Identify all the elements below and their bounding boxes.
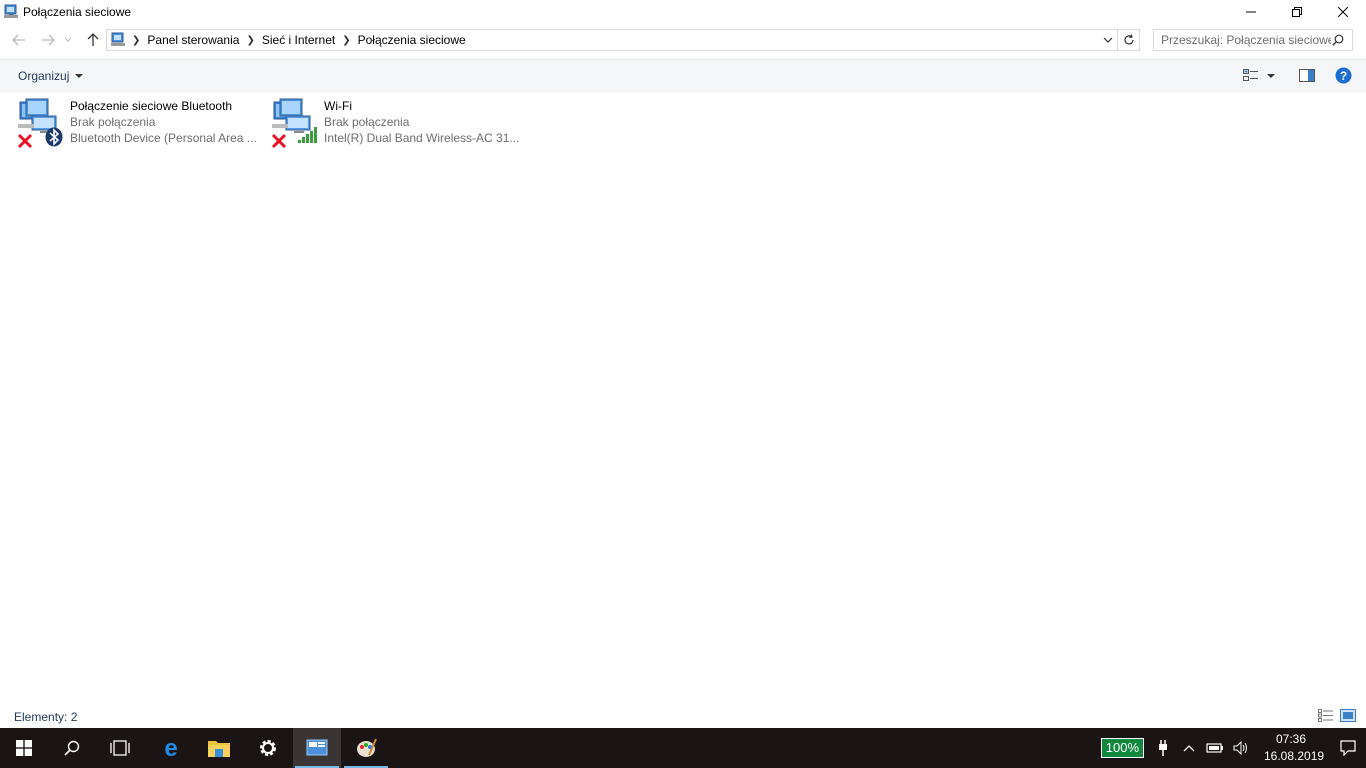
breadcrumb-separator-icon[interactable]: ❯ — [132, 35, 140, 46]
edge-icon: e — [164, 737, 177, 759]
organize-button[interactable]: Organizuj — [18, 69, 84, 83]
chevron-down-icon — [1103, 37, 1113, 43]
breadcrumb-siec-i-internet[interactable]: Sieć i Internet — [255, 33, 342, 47]
connection-status: Brak połączenia — [324, 115, 410, 129]
network-adapter-icon — [270, 98, 320, 150]
command-bar: Organizuj ? — [0, 59, 1366, 92]
svg-text:e: e — [164, 737, 177, 759]
connection-device: Bluetooth Device (Personal Area ... — [70, 131, 257, 145]
file-explorer-button[interactable] — [195, 728, 243, 768]
status-bar: Elementy: 2 — [0, 706, 1366, 728]
close-icon — [1338, 7, 1348, 17]
search-taskbar-button[interactable] — [48, 728, 96, 768]
gear-icon — [260, 740, 276, 756]
address-history-dropdown[interactable] — [1101, 32, 1115, 48]
preview-pane-button[interactable] — [1299, 69, 1315, 82]
breadcrumb-panel-sterowania[interactable]: Panel sterowania — [140, 33, 246, 47]
task-view-button[interactable] — [96, 728, 144, 768]
close-button[interactable] — [1320, 0, 1366, 24]
control-panel-icon — [306, 739, 328, 756]
disconnected-x-icon — [17, 133, 33, 149]
start-button[interactable] — [0, 728, 48, 768]
restore-icon — [1292, 7, 1302, 17]
arrow-up-icon — [87, 33, 99, 46]
breadcrumb-separator-icon[interactable]: ❯ — [246, 35, 254, 46]
paint-palette-icon — [357, 738, 377, 757]
caret-down-icon — [75, 74, 84, 78]
caret-down-icon — [1267, 73, 1275, 78]
action-center-button[interactable] — [1330, 740, 1366, 756]
details-view-icon — [1318, 709, 1333, 722]
help-button[interactable]: ? — [1335, 67, 1352, 84]
title-bar: Połączenia sieciowe — [0, 0, 1366, 24]
up-button[interactable] — [82, 30, 104, 50]
recent-locations-button[interactable] — [61, 30, 75, 50]
battery-icon[interactable] — [1204, 742, 1226, 754]
signal-bars-icon — [298, 127, 317, 143]
clock-time: 07:36 — [1275, 732, 1307, 746]
details-view-button[interactable] — [1318, 709, 1334, 725]
chevron-down-icon — [64, 37, 72, 42]
window-title: Połączenia sieciowe — [23, 5, 132, 19]
edge-button[interactable]: e — [147, 728, 195, 768]
preview-pane-icon — [1299, 69, 1315, 82]
volume-icon[interactable] — [1230, 741, 1252, 755]
breadcrumb-polaczenia-sieciowe[interactable]: Połączenia sieciowe — [351, 33, 473, 47]
search-icon — [64, 740, 80, 756]
address-bar[interactable]: ❯ Panel sterowania ❯ Sieć i Internet ❯ P… — [106, 29, 1118, 51]
network-adapter-icon — [16, 98, 66, 150]
view-options-icon — [1243, 68, 1258, 81]
task-view-icon — [110, 740, 130, 756]
restore-button[interactable] — [1274, 0, 1320, 24]
address-row: ❯ Panel sterowania ❯ Sieć i Internet ❯ P… — [0, 24, 1366, 59]
breadcrumb-separator-icon[interactable]: ❯ — [342, 35, 350, 46]
folder-icon — [208, 741, 230, 757]
search-icon[interactable] — [1332, 34, 1344, 49]
clock[interactable]: 07:36 16.08.2019 — [1264, 731, 1325, 765]
arrow-right-icon — [42, 34, 55, 46]
connection-item-bluetooth[interactable]: Połączenie sieciowe Bluetooth Brak połąc… — [16, 98, 257, 150]
settings-button[interactable] — [244, 728, 292, 768]
control-panel-taskbar-button[interactable] — [293, 728, 341, 768]
organize-label: Organizuj — [18, 69, 70, 83]
change-view-button[interactable] — [1243, 68, 1275, 83]
arrow-left-icon — [12, 34, 25, 46]
network-connections-icon[interactable] — [3, 4, 19, 20]
search-input[interactable] — [1161, 31, 1331, 49]
help-icon: ? — [1335, 67, 1352, 84]
large-icons-view-icon — [1340, 709, 1356, 722]
search-box[interactable] — [1153, 29, 1353, 51]
bluetooth-icon — [45, 127, 63, 147]
large-icons-view-button[interactable] — [1340, 709, 1356, 725]
connection-name: Wi-Fi — [324, 99, 352, 113]
show-hidden-icons-chevron-up-icon[interactable] — [1178, 744, 1200, 752]
item-count: Elementy: 2 — [14, 710, 78, 724]
notification-icon — [1340, 740, 1356, 756]
connection-name: Połączenie sieciowe Bluetooth — [70, 99, 233, 113]
connection-device: Intel(R) Dual Band Wireless-AC 31... — [324, 131, 520, 145]
refresh-icon — [1123, 34, 1134, 45]
forward-button[interactable] — [37, 30, 59, 50]
clock-date: 16.08.2019 — [1264, 749, 1325, 763]
minimize-button[interactable] — [1228, 0, 1274, 24]
paint-button[interactable] — [342, 728, 390, 768]
system-tray: 100% 07:36 16.08.2019 — [1100, 728, 1366, 768]
disconnected-x-icon — [271, 133, 287, 149]
refresh-button[interactable] — [1118, 29, 1140, 51]
power-plug-icon[interactable] — [1152, 740, 1174, 756]
minimize-icon — [1246, 11, 1256, 13]
connection-status: Brak połączenia — [70, 115, 156, 129]
svg-text:?: ? — [1340, 69, 1347, 83]
control-panel-icon — [110, 32, 126, 48]
back-button[interactable] — [8, 30, 30, 50]
windows-logo-icon — [16, 740, 32, 756]
connection-item-wifi[interactable]: Wi-Fi Brak połączenia Intel(R) Dual Band… — [270, 98, 519, 150]
taskbar: e 100% 07:36 16.08.2019 — [0, 728, 1366, 768]
battery-percent[interactable]: 100% — [1100, 738, 1144, 758]
